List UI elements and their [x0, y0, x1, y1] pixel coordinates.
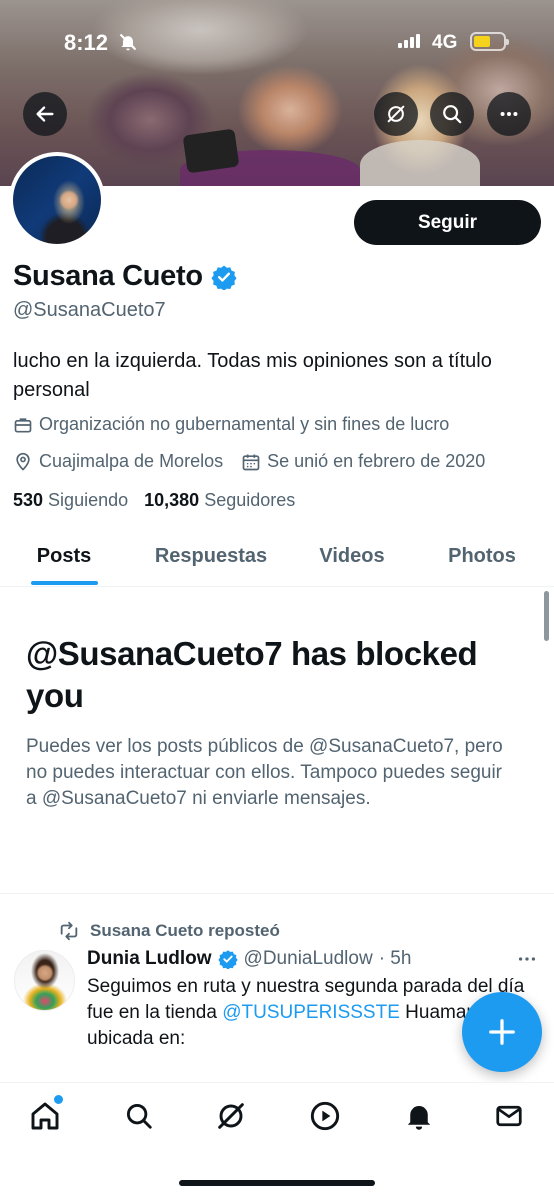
signal-icon — [398, 34, 420, 48]
profile-category-row: Organización no gubernamental y sin fine… — [13, 414, 467, 435]
profile-name: Susana Cueto — [13, 260, 203, 292]
home-icon — [31, 1102, 59, 1130]
post-header: Dunia Ludlow @DuniaLudlow · 5h — [87, 948, 411, 970]
post-author-avatar[interactable] — [14, 950, 75, 1011]
tab-photos[interactable]: Photos — [424, 527, 540, 585]
profile-location: Cuajimalpa de Morelos — [39, 451, 224, 471]
nav-video[interactable] — [308, 1099, 342, 1133]
nav-messages[interactable] — [492, 1099, 526, 1133]
followers-label: Seguidores — [204, 490, 296, 510]
video-icon — [310, 1101, 340, 1131]
mute-bell-icon — [119, 33, 137, 51]
messages-icon — [496, 1105, 522, 1127]
following-link[interactable]: 530 Siguiendo — [13, 490, 128, 511]
profile-name-row: Susana Cueto — [13, 260, 237, 293]
following-count: 530 — [13, 490, 44, 510]
explore-icon — [126, 1103, 152, 1129]
grok-icon — [218, 1103, 244, 1129]
followers-count: 10,380 — [144, 490, 200, 510]
profile-joined: Se unió en febrero de 2020 — [267, 451, 486, 471]
tab-label: Videos — [319, 544, 385, 567]
battery-icon — [470, 32, 509, 51]
blocked-message: Puedes ver los posts públicos de @Susana… — [26, 736, 503, 809]
profile-bio: lucho en la izquierda. Todas mis opinion… — [13, 350, 492, 401]
banner-phone-shape — [182, 128, 240, 174]
followers-link[interactable]: 10,380 Seguidores — [144, 490, 295, 511]
profile-handle: @SusanaCueto7 — [13, 299, 166, 321]
nav-notifications[interactable] — [402, 1099, 436, 1133]
status-time: 8:12 — [64, 30, 109, 55]
more-icon — [500, 111, 518, 117]
profile-tabs: Posts Respuestas Videos Photos — [0, 527, 554, 587]
repost-indicator[interactable]: Susana Cueto reposteó — [58, 920, 280, 942]
following-label: Siguiendo — [48, 490, 129, 510]
notification-dot — [54, 1095, 63, 1104]
nav-explore[interactable] — [122, 1099, 156, 1133]
grok-icon — [387, 105, 405, 123]
network-type: 4G — [432, 32, 458, 53]
verified-badge-icon — [217, 950, 238, 969]
location-pin-icon — [16, 452, 30, 471]
post-mention-link[interactable]: @TUSUPERISSSTE — [222, 1002, 400, 1023]
tab-label: Photos — [448, 544, 516, 567]
more-icon — [518, 957, 536, 961]
follow-button[interactable]: Seguir — [354, 200, 541, 245]
tab-videos[interactable]: Videos — [296, 527, 408, 585]
repost-icon — [60, 921, 78, 941]
profile-category[interactable]: Organización no gubernamental y sin fine… — [39, 414, 449, 435]
more-button[interactable] — [487, 92, 531, 136]
plus-icon — [489, 1019, 515, 1045]
home-indicator[interactable] — [179, 1180, 375, 1186]
compose-button[interactable] — [462, 992, 542, 1072]
tab-posts[interactable]: Posts — [0, 527, 128, 585]
status-bar: 8:12 4G — [0, 24, 554, 60]
divider — [0, 893, 554, 894]
nav-home[interactable] — [28, 1095, 63, 1133]
briefcase-icon — [14, 417, 32, 432]
notifications-icon — [407, 1106, 431, 1130]
blocked-title: @SusanaCueto7 has blocked you — [26, 635, 478, 714]
post-time: · 5h — [378, 948, 412, 969]
profile-avatar[interactable] — [9, 152, 105, 248]
tab-label: Posts — [36, 544, 92, 567]
verified-badge-icon[interactable] — [211, 264, 237, 290]
post-author-handle: @DuniaLudlow — [243, 948, 373, 969]
scrollbar[interactable] — [544, 591, 549, 641]
tab-label: Respuestas — [154, 544, 268, 567]
tab-active-indicator — [31, 581, 98, 585]
search-icon — [443, 105, 462, 124]
tab-respuestas[interactable]: Respuestas — [140, 527, 282, 585]
post-more-button[interactable] — [516, 948, 538, 976]
back-arrow-icon — [36, 106, 54, 122]
follow-counts: 530 Siguiendo 10,380 Seguidores — [13, 490, 295, 511]
post-author-name[interactable]: Dunia Ludlow — [87, 948, 212, 970]
search-button[interactable] — [430, 92, 474, 136]
nav-grok[interactable] — [214, 1099, 248, 1133]
back-button[interactable] — [23, 92, 67, 136]
grok-button[interactable] — [374, 92, 418, 136]
repost-label: Susana Cueto reposteó — [90, 921, 280, 940]
banner-crowd-shape — [360, 140, 480, 186]
profile-info-row: Cuajimalpa de Morelos Se unió en febrero… — [13, 451, 503, 472]
calendar-icon — [242, 454, 260, 470]
